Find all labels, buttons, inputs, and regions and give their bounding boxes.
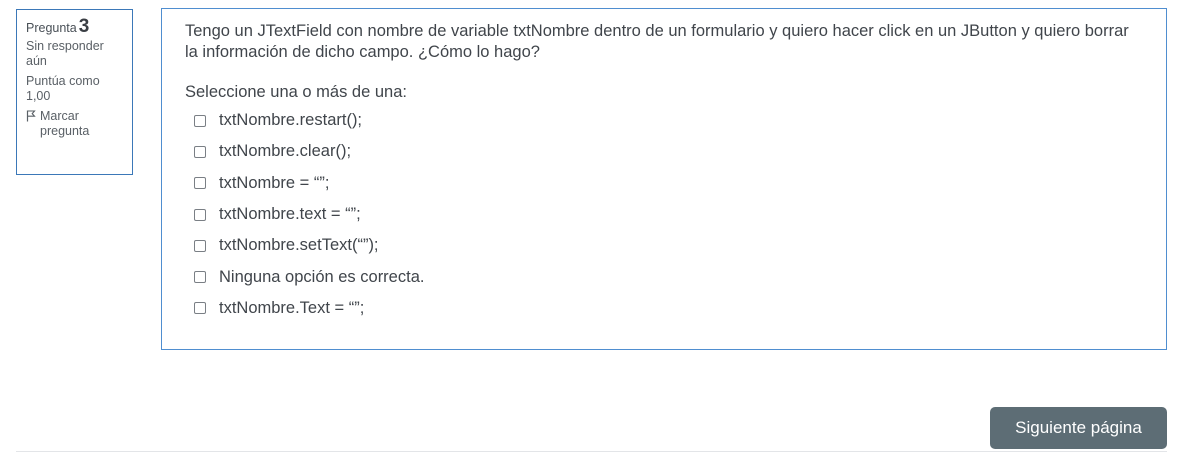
divider — [16, 451, 1167, 452]
question-text: Tengo un JTextField con nombre de variab… — [185, 22, 1129, 61]
answer-option[interactable]: txtNombre.restart(); — [185, 105, 1144, 136]
question-content: Tengo un JTextField con nombre de variab… — [161, 8, 1167, 350]
answer-options: txtNombre.restart(); txtNombre.clear(); … — [185, 105, 1144, 324]
quiz-page: Pregunta 3 Sin responder aún Puntúa como … — [0, 0, 1178, 460]
question-info-panel: Pregunta 3 Sin responder aún Puntúa como … — [16, 9, 133, 175]
option-label: txtNombre.text = “”; — [219, 205, 361, 224]
question-state: Sin responder aún — [26, 39, 104, 68]
option-label: txtNombre.clear(); — [219, 142, 352, 161]
option-label: txtNombre = “”; — [219, 173, 330, 192]
flag-question-link[interactable]: Marcar pregunta — [26, 109, 124, 139]
question-word: Pregunta — [26, 21, 77, 35]
option-label: txtNombre.setText(“”); — [219, 236, 379, 255]
answer-prompt: Seleccione una o más de una: — [185, 83, 407, 101]
question-grade: Puntúa como 1,00 — [26, 74, 100, 103]
option-checkbox[interactable] — [194, 145, 206, 158]
option-checkbox[interactable] — [194, 208, 206, 221]
answer-option[interactable]: txtNombre = “”; — [185, 168, 1144, 199]
option-checkbox[interactable] — [194, 114, 206, 127]
answer-option[interactable]: txtNombre.text = “”; — [185, 199, 1144, 230]
answer-option[interactable]: txtNombre.clear(); — [185, 136, 1144, 167]
answer-option[interactable]: txtNombre.setText(“”); — [185, 230, 1144, 261]
option-checkbox[interactable] — [194, 271, 206, 284]
answer-option[interactable]: txtNombre.Text = “”; — [185, 293, 1144, 324]
question-number: 3 — [78, 16, 90, 37]
question-number-label: Pregunta 3 — [26, 16, 124, 37]
flag-question-label: Marcar pregunta — [40, 109, 90, 138]
flag-icon — [26, 110, 36, 122]
option-checkbox[interactable] — [194, 302, 206, 315]
option-checkbox[interactable] — [194, 239, 206, 252]
next-page-button[interactable]: Siguiente página — [990, 407, 1167, 449]
option-label: txtNombre.Text = “”; — [219, 298, 365, 317]
answer-option[interactable]: Ninguna opción es correcta. — [185, 261, 1144, 292]
option-label: txtNombre.restart(); — [219, 111, 363, 130]
option-label: Ninguna opción es correcta. — [219, 267, 425, 286]
option-checkbox[interactable] — [194, 177, 206, 190]
